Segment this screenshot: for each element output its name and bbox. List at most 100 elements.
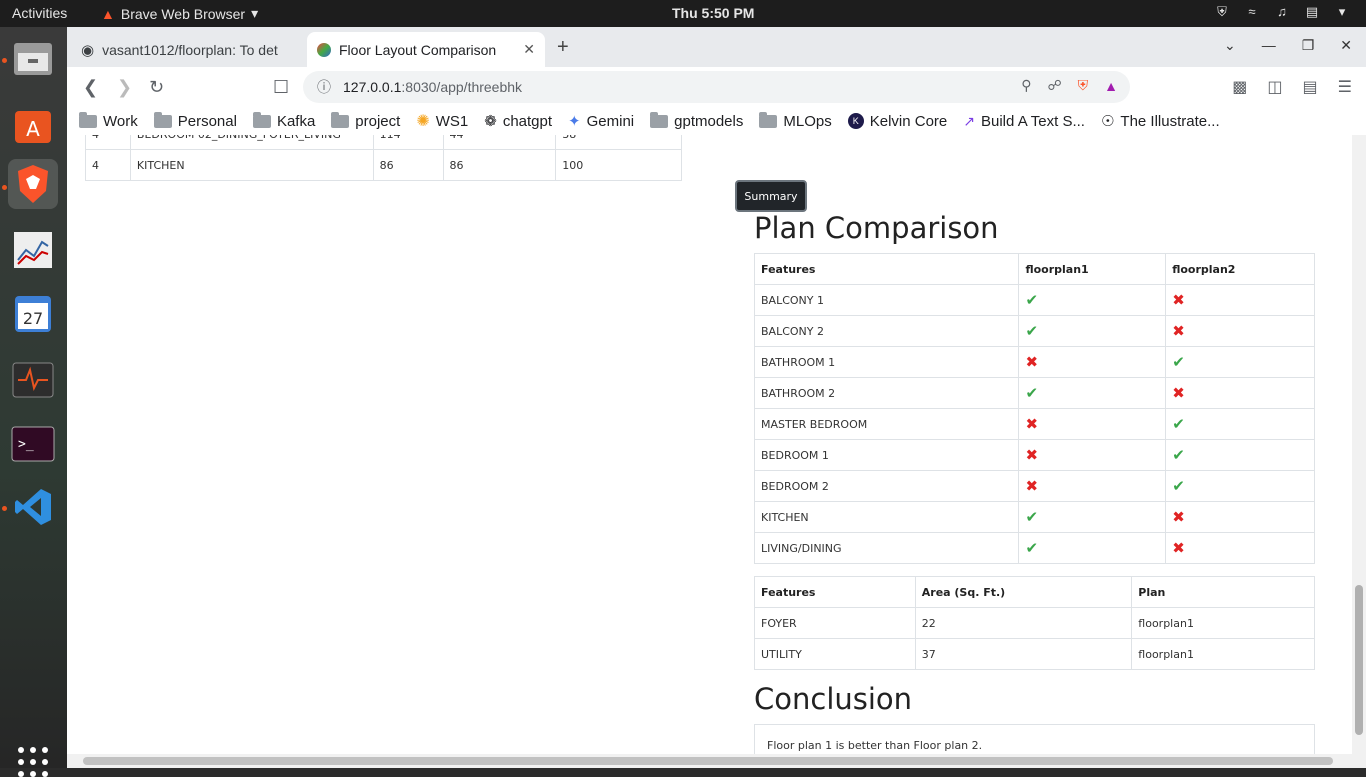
calendar-icon[interactable]: 27 [8, 289, 58, 339]
close-tab-icon[interactable]: ✕ [523, 41, 535, 58]
table-cell: floorplan1 [1131, 638, 1315, 670]
folder-icon [331, 111, 350, 128]
sidebar-icon[interactable]: ◫ [1267, 77, 1282, 97]
column-header: floorplan2 [1165, 253, 1315, 285]
activity-monitor-icon[interactable] [8, 355, 58, 405]
table-row: 4 BEDROOM 02_DINING_FOYER_LIVING 114 44 … [85, 135, 682, 150]
scrollbar-thumb[interactable] [83, 757, 1333, 765]
cell-text: BEDROOM 1 [761, 448, 829, 462]
column-header: floorplan1 [1018, 253, 1167, 285]
bookmark-item[interactable]: Personal [153, 111, 237, 130]
conclusion-heading: Conclusion [754, 682, 913, 716]
tab-search-chevron-icon[interactable]: ⌄ [1224, 37, 1236, 54]
bookmark-item[interactable]: ↗ Build A Text S... [963, 113, 1085, 130]
cross-icon: ✖ [1018, 408, 1167, 440]
check-icon: ✔ [1165, 408, 1315, 440]
bookmark-label: chatgpt [502, 112, 553, 130]
software-center-icon[interactable]: A [8, 99, 58, 149]
check-icon: ✔ [1025, 384, 1039, 402]
scrollbar-thumb[interactable] [1355, 585, 1363, 735]
zoom-icon[interactable]: ⚲ [1021, 77, 1031, 94]
column-header: Plan [1131, 576, 1315, 608]
close-window-icon[interactable]: ✕ [1340, 37, 1352, 54]
extensions-icon[interactable]: ▩ [1232, 77, 1247, 97]
plan-comparison-heading: Plan Comparison [754, 211, 999, 245]
table-row: BEDROOM 2 ✖ ✔ [753, 470, 1315, 502]
check-icon: ✔ [1172, 446, 1185, 464]
vscode-icon[interactable] [8, 482, 58, 532]
new-tab-button[interactable]: + [557, 36, 569, 59]
share-icon[interactable]: ☍ [1047, 77, 1061, 94]
cell-text: KITCHEN [761, 510, 809, 524]
table-cell: 4 [85, 135, 131, 150]
brave-browser-icon[interactable] [8, 159, 58, 209]
table-row: BALCONY 2 ✔ ✖ [753, 315, 1315, 347]
check-icon: ✔ [1165, 346, 1315, 378]
bookmark-item[interactable]: gptmodels [650, 111, 744, 130]
bookmark-item[interactable]: MLOps [759, 111, 832, 130]
forward-icon[interactable]: ❯ [117, 77, 132, 98]
table-cell: UTILITY [754, 638, 916, 670]
tab-title: Floor Layout Comparison [339, 41, 497, 58]
brave-shields-icon[interactable]: ⛨ [1078, 77, 1089, 94]
maximize-icon[interactable]: ❐ [1302, 37, 1315, 54]
system-tray[interactable]: ⛨ ≈ ♫ ▤ ▾ [1214, 4, 1350, 20]
table-cell: 38 [555, 135, 682, 150]
cell-text: BALCONY 2 [761, 324, 824, 338]
tab-github[interactable]: ◉ vasant1012/floorplan: To det [71, 32, 303, 67]
bookmark-icon[interactable]: ☐ [273, 77, 289, 98]
cross-icon: ✖ [1025, 415, 1039, 433]
menu-icon[interactable]: ☰ [1338, 77, 1352, 97]
table-cell: BALCONY 2 [753, 315, 1020, 347]
check-icon: ✔ [1025, 291, 1039, 309]
url-path: :8030/app/threebhk [401, 79, 523, 95]
summary-button[interactable]: Summary [735, 180, 807, 212]
bookmark-label: Kafka [276, 112, 316, 130]
reload-icon[interactable]: ↻ [149, 77, 164, 98]
table-cell: BEDROOM 1 [753, 439, 1020, 471]
clipboard-icon[interactable]: ▤ [1304, 4, 1320, 20]
bookmark-item[interactable]: Work [79, 111, 138, 130]
cross-icon: ✖ [1165, 532, 1315, 564]
bookmark-item[interactable]: K Kelvin Core [847, 113, 947, 130]
chevron-down-icon[interactable]: ▾ [1334, 4, 1350, 20]
cross-icon: ✖ [1018, 470, 1167, 502]
wifi-icon[interactable]: ≈ [1244, 4, 1260, 20]
cross-icon: ✖ [1165, 501, 1315, 533]
table-header-row: Features floorplan1 floorplan2 [753, 253, 1315, 285]
cross-icon: ✖ [1025, 446, 1039, 464]
conclusion-text: Floor plan 1 is better than Floor plan 2… [767, 739, 983, 752]
bookmark-item[interactable]: ✺ WS1 [416, 111, 468, 131]
horizontal-scrollbar[interactable] [67, 754, 1366, 768]
table-cell: 86 [442, 149, 557, 181]
bookmark-item[interactable]: ☉ The Illustrate... [1101, 112, 1220, 131]
brave-rewards-icon[interactable]: ▲ [1104, 78, 1118, 94]
table-cell: 100 [555, 149, 682, 181]
files-icon[interactable] [8, 34, 58, 84]
shield-icon[interactable]: ⛨ [1214, 4, 1230, 20]
dock: A 27 >_ [0, 27, 67, 777]
site-info-icon[interactable]: ⓘ [317, 77, 331, 97]
clock[interactable]: Thu 5:50 PM [672, 5, 754, 21]
vertical-scrollbar[interactable] [1352, 135, 1366, 754]
activities-button[interactable]: Activities [12, 5, 67, 21]
tab-floor-layout[interactable]: Floor Layout Comparison ✕ [307, 32, 545, 67]
bookmark-item[interactable]: Kafka [252, 111, 316, 130]
bookmark-label: gptmodels [674, 112, 744, 130]
folder-icon [153, 111, 172, 128]
address-bar[interactable]: ⓘ 127.0.0.1:8030/app/threebhk ⚲ ☍ ⛨ ▲ [303, 71, 1130, 103]
cell-text: BATHROOM 1 [761, 355, 836, 369]
check-icon: ✔ [1025, 539, 1039, 557]
app-menu[interactable]: ▲ Brave Web Browser ▾ [101, 5, 258, 22]
show-apps-icon[interactable] [18, 747, 48, 777]
system-monitor-chart-icon[interactable] [8, 225, 58, 275]
bookmark-item[interactable]: ❁ chatgpt [484, 112, 553, 131]
room-area-table: 4 BEDROOM 02_DINING_FOYER_LIVING 114 44 … [85, 135, 682, 181]
back-icon[interactable]: ❮ [83, 77, 98, 98]
terminal-icon[interactable]: >_ [8, 419, 58, 469]
volume-icon[interactable]: ♫ [1274, 4, 1290, 20]
minimize-icon[interactable]: — [1262, 37, 1276, 54]
bookmark-item[interactable]: ✦ Gemini [568, 112, 634, 131]
wallet-icon[interactable]: ▤ [1303, 77, 1318, 97]
bookmark-item[interactable]: project [331, 111, 400, 130]
